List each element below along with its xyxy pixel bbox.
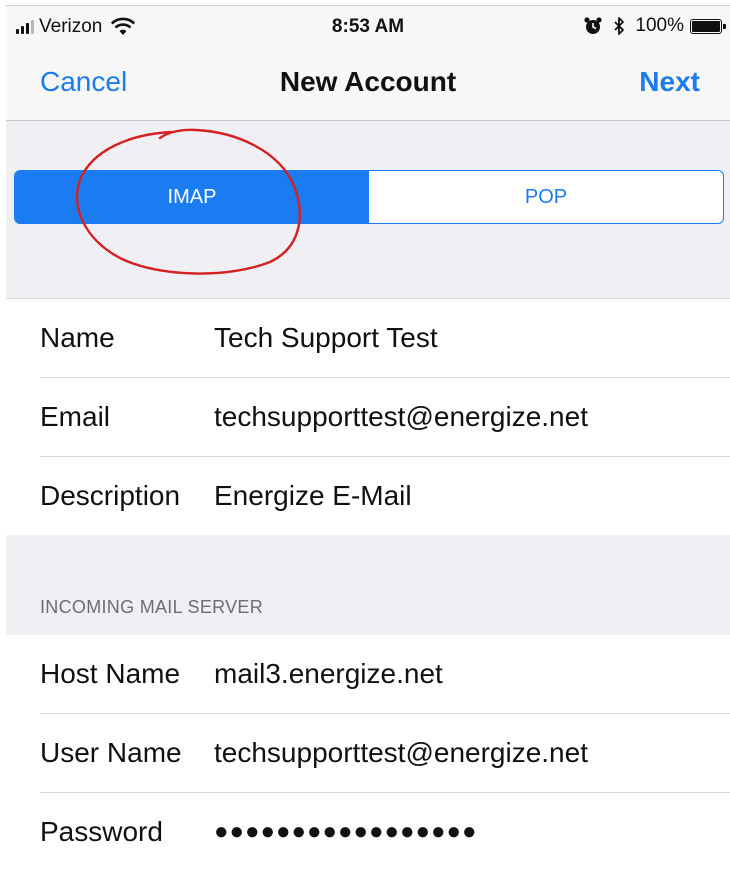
password-field[interactable]: ●●●●●●●●●●●●●●●●● [214,818,477,846]
host-name-row[interactable]: Host Name mail3.energize.net [6,635,730,713]
password-row[interactable]: Password ●●●●●●●●●●●●●●●●● [6,793,730,871]
account-type-segmented-control[interactable]: IMAP POP [14,170,724,224]
email-field[interactable]: techsupporttest@energize.net [214,401,588,433]
user-name-row[interactable]: User Name techsupporttest@energize.net [6,714,730,792]
name-label: Name [40,322,115,353]
email-label: Email [40,401,111,432]
name-row[interactable]: Name Tech Support Test [6,299,730,377]
description-field[interactable]: Energize E-Mail [214,480,412,512]
host-name-field[interactable]: mail3.energize.net [214,658,443,690]
segment-imap[interactable]: IMAP [15,171,369,223]
status-bar: Verizon 8:53 AM 100% [6,6,730,46]
battery-icon [690,18,726,34]
email-row[interactable]: Email techsupporttest@energize.net [6,378,730,456]
navigation-bar: Cancel New Account Next [6,46,730,121]
name-field[interactable]: Tech Support Test [214,322,438,354]
alarm-icon [584,17,602,34]
description-row[interactable]: Description Energize E-Mail [6,457,730,535]
user-name-field[interactable]: techsupporttest@energize.net [214,737,588,769]
user-name-label: User Name [40,737,182,768]
incoming-server-section-header: INCOMING MAIL SERVER [40,597,264,617]
battery-percent: 100% [635,15,684,36]
bluetooth-icon [614,17,625,35]
password-label: Password [40,816,163,847]
segment-pop[interactable]: POP [369,171,723,223]
section-header-background [6,535,730,635]
status-right: 100% [583,15,726,37]
next-button[interactable]: Next [639,66,700,98]
description-label: Description [40,480,181,511]
page-title: New Account [279,66,457,97]
host-name-label: Host Name [40,658,181,689]
